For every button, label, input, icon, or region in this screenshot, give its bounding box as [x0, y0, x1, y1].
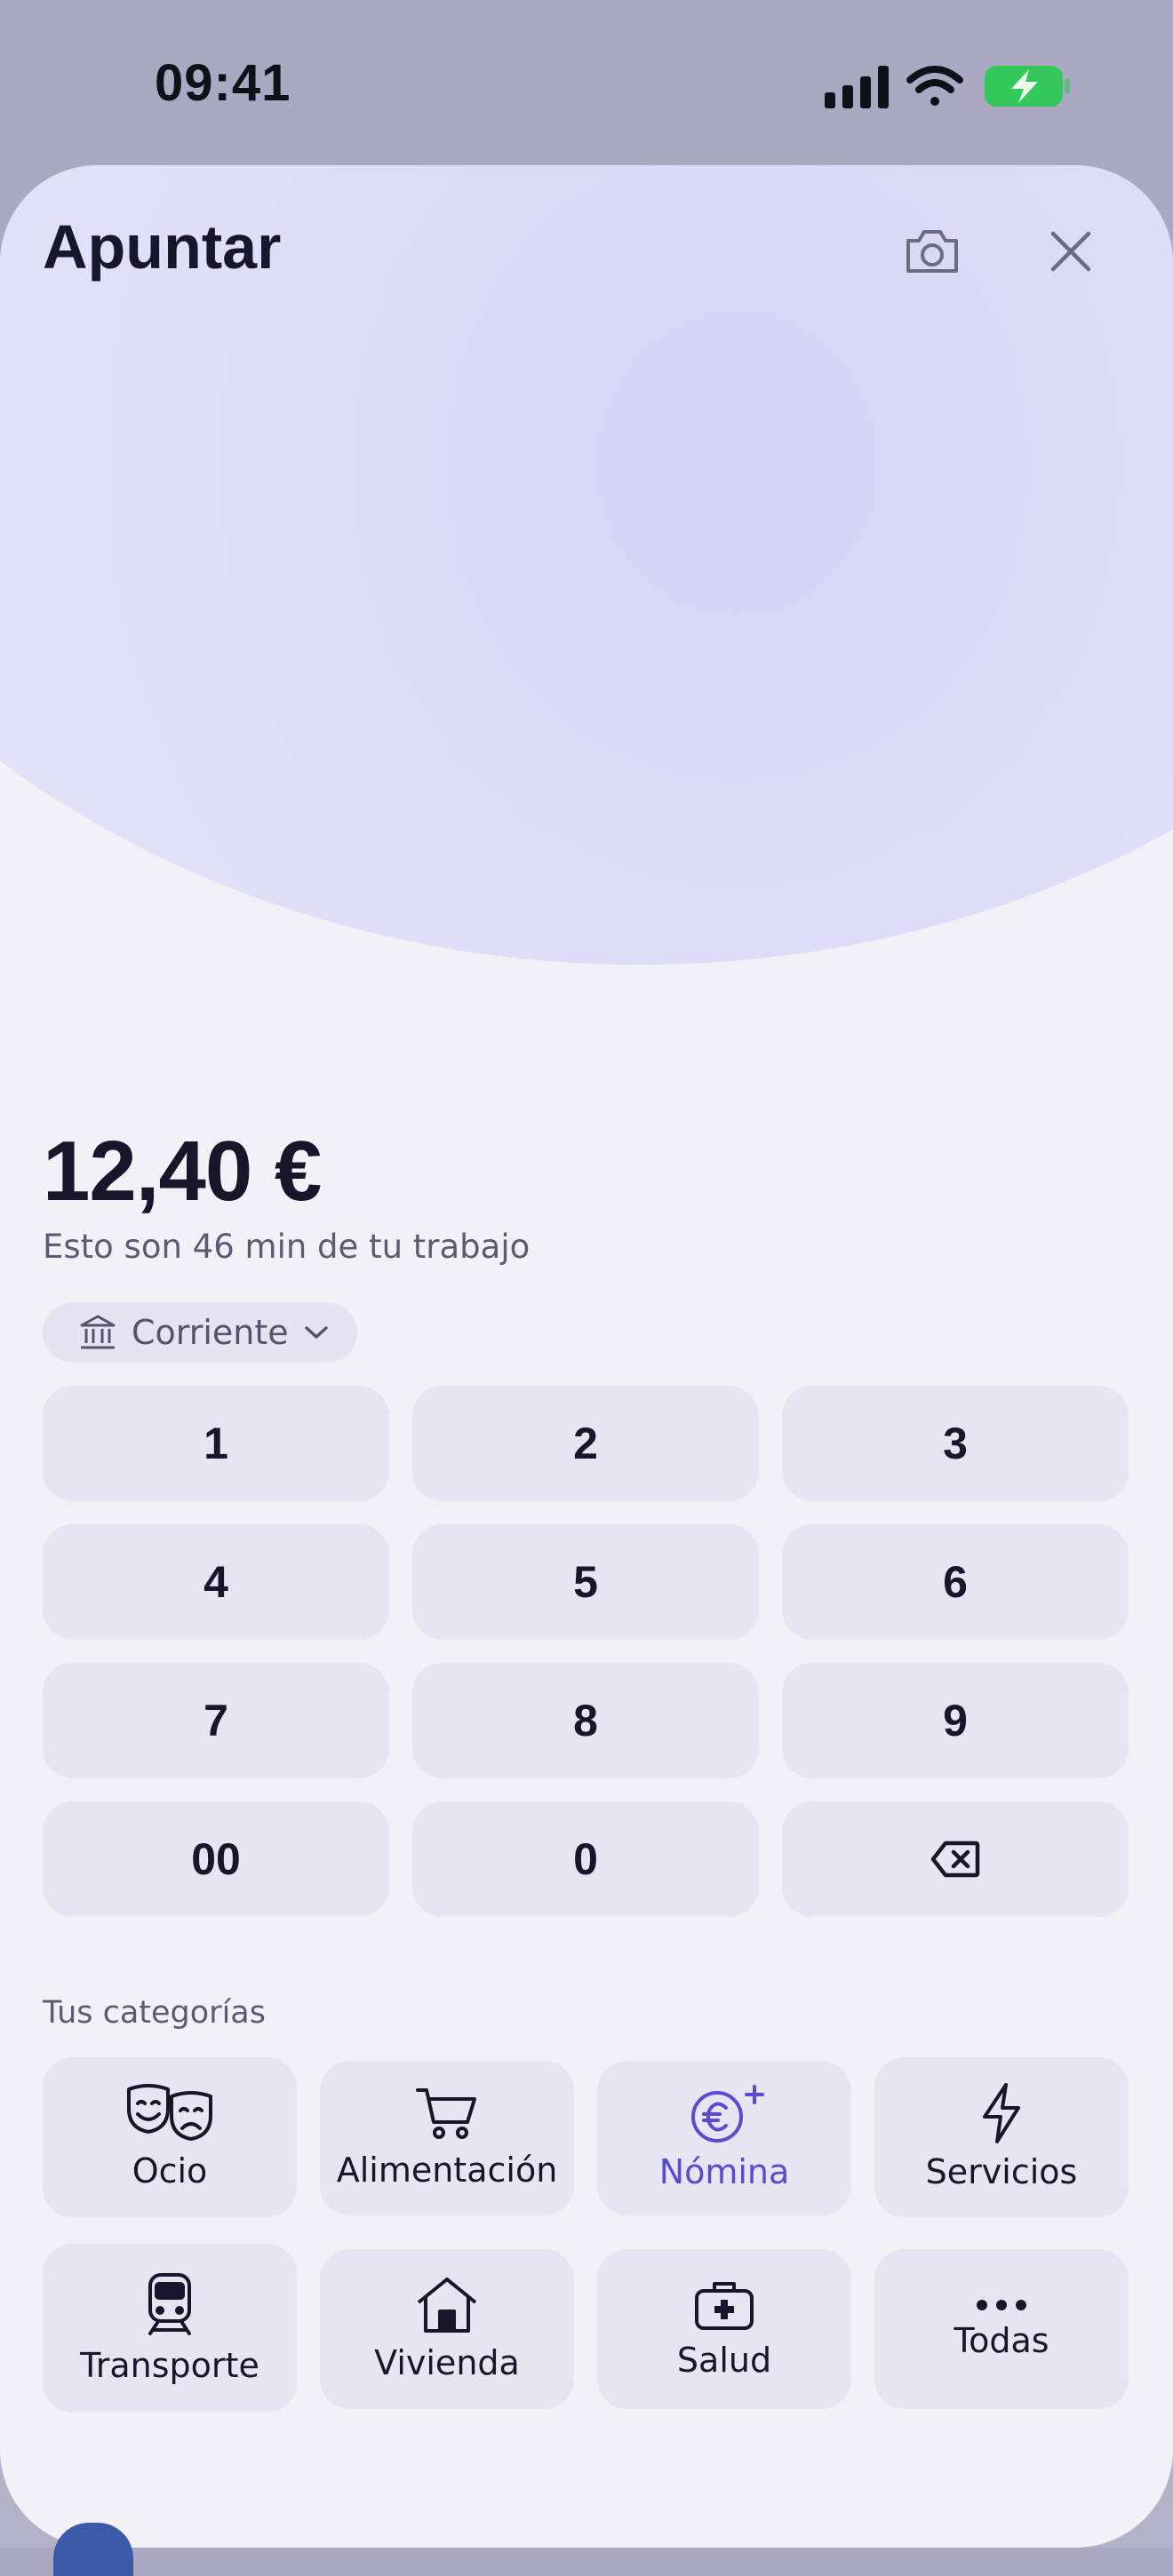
amount-display: 12,40 € — [43, 1124, 322, 1219]
euro-plus-icon — [691, 2085, 764, 2143]
entry-sheet: Apuntar 12,40 € Esto son 46 min de tu tr… — [0, 165, 1173, 2548]
key-00[interactable]: 00 — [43, 1801, 389, 1917]
category-alimentacion[interactable]: Alimentación — [320, 2061, 574, 2215]
key-1[interactable]: 1 — [43, 1386, 389, 1501]
key-0[interactable]: 0 — [412, 1801, 759, 1917]
battery-charging-icon — [985, 66, 1070, 107]
category-salud[interactable]: Salud — [597, 2249, 851, 2409]
category-label: Alimentación — [336, 2151, 558, 2190]
key-6[interactable]: 6 — [782, 1524, 1129, 1640]
sheet-title: Apuntar — [43, 212, 282, 282]
close-icon — [1050, 231, 1091, 272]
category-label: Todas — [954, 2321, 1049, 2360]
status-time: 09:41 — [155, 54, 291, 112]
wifi-icon — [906, 66, 963, 106]
theater-masks-icon — [127, 2084, 212, 2141]
status-icons — [825, 66, 1070, 108]
category-nomina[interactable]: Nómina — [597, 2061, 851, 2215]
category-label: Salud — [676, 2341, 772, 2380]
category-ocio[interactable]: Ocio — [43, 2057, 297, 2217]
category-label: Transporte — [80, 2346, 259, 2385]
sheet-background-gradient — [0, 165, 1173, 965]
key-3[interactable]: 3 — [782, 1386, 1129, 1501]
camera-icon — [906, 230, 958, 273]
bank-icon — [80, 1315, 116, 1349]
work-time-note: Esto son 46 min de tu trabajo — [43, 1228, 531, 1266]
train-icon — [148, 2273, 191, 2335]
categories-heading: Tus categorías — [43, 1995, 266, 2031]
key-5[interactable]: 5 — [412, 1524, 759, 1640]
category-todas[interactable]: Todas — [874, 2249, 1129, 2409]
key-8[interactable]: 8 — [412, 1663, 759, 1778]
key-7[interactable]: 7 — [43, 1663, 389, 1778]
camera-button[interactable] — [892, 211, 972, 291]
status-bar: 09:41 — [0, 0, 1173, 169]
account-selector[interactable]: Corriente — [43, 1302, 357, 1363]
category-label: Ocio — [132, 2151, 208, 2190]
signal-icon — [825, 66, 889, 108]
category-label: Servicios — [925, 2152, 1078, 2191]
account-label: Corriente — [132, 1313, 289, 1352]
more-dots-icon — [977, 2300, 1026, 2310]
category-label: Vivienda — [374, 2343, 520, 2382]
cart-icon — [416, 2088, 476, 2139]
category-label: Nómina — [658, 2152, 790, 2191]
key-9[interactable]: 9 — [782, 1663, 1129, 1778]
category-servicios[interactable]: Servicios — [874, 2057, 1129, 2217]
category-vivienda[interactable]: Vivienda — [320, 2249, 574, 2409]
first-aid-kit-icon — [695, 2282, 754, 2330]
close-button[interactable] — [1031, 211, 1111, 291]
category-transporte[interactable]: Transporte — [43, 2244, 297, 2413]
chevron-down-icon — [304, 1326, 328, 1339]
backspace-icon — [930, 1841, 980, 1878]
key-2[interactable]: 2 — [412, 1386, 759, 1501]
key-4[interactable]: 4 — [43, 1524, 389, 1640]
lightning-icon — [983, 2083, 1020, 2143]
backspace-key[interactable] — [782, 1801, 1129, 1917]
house-icon — [417, 2278, 477, 2333]
